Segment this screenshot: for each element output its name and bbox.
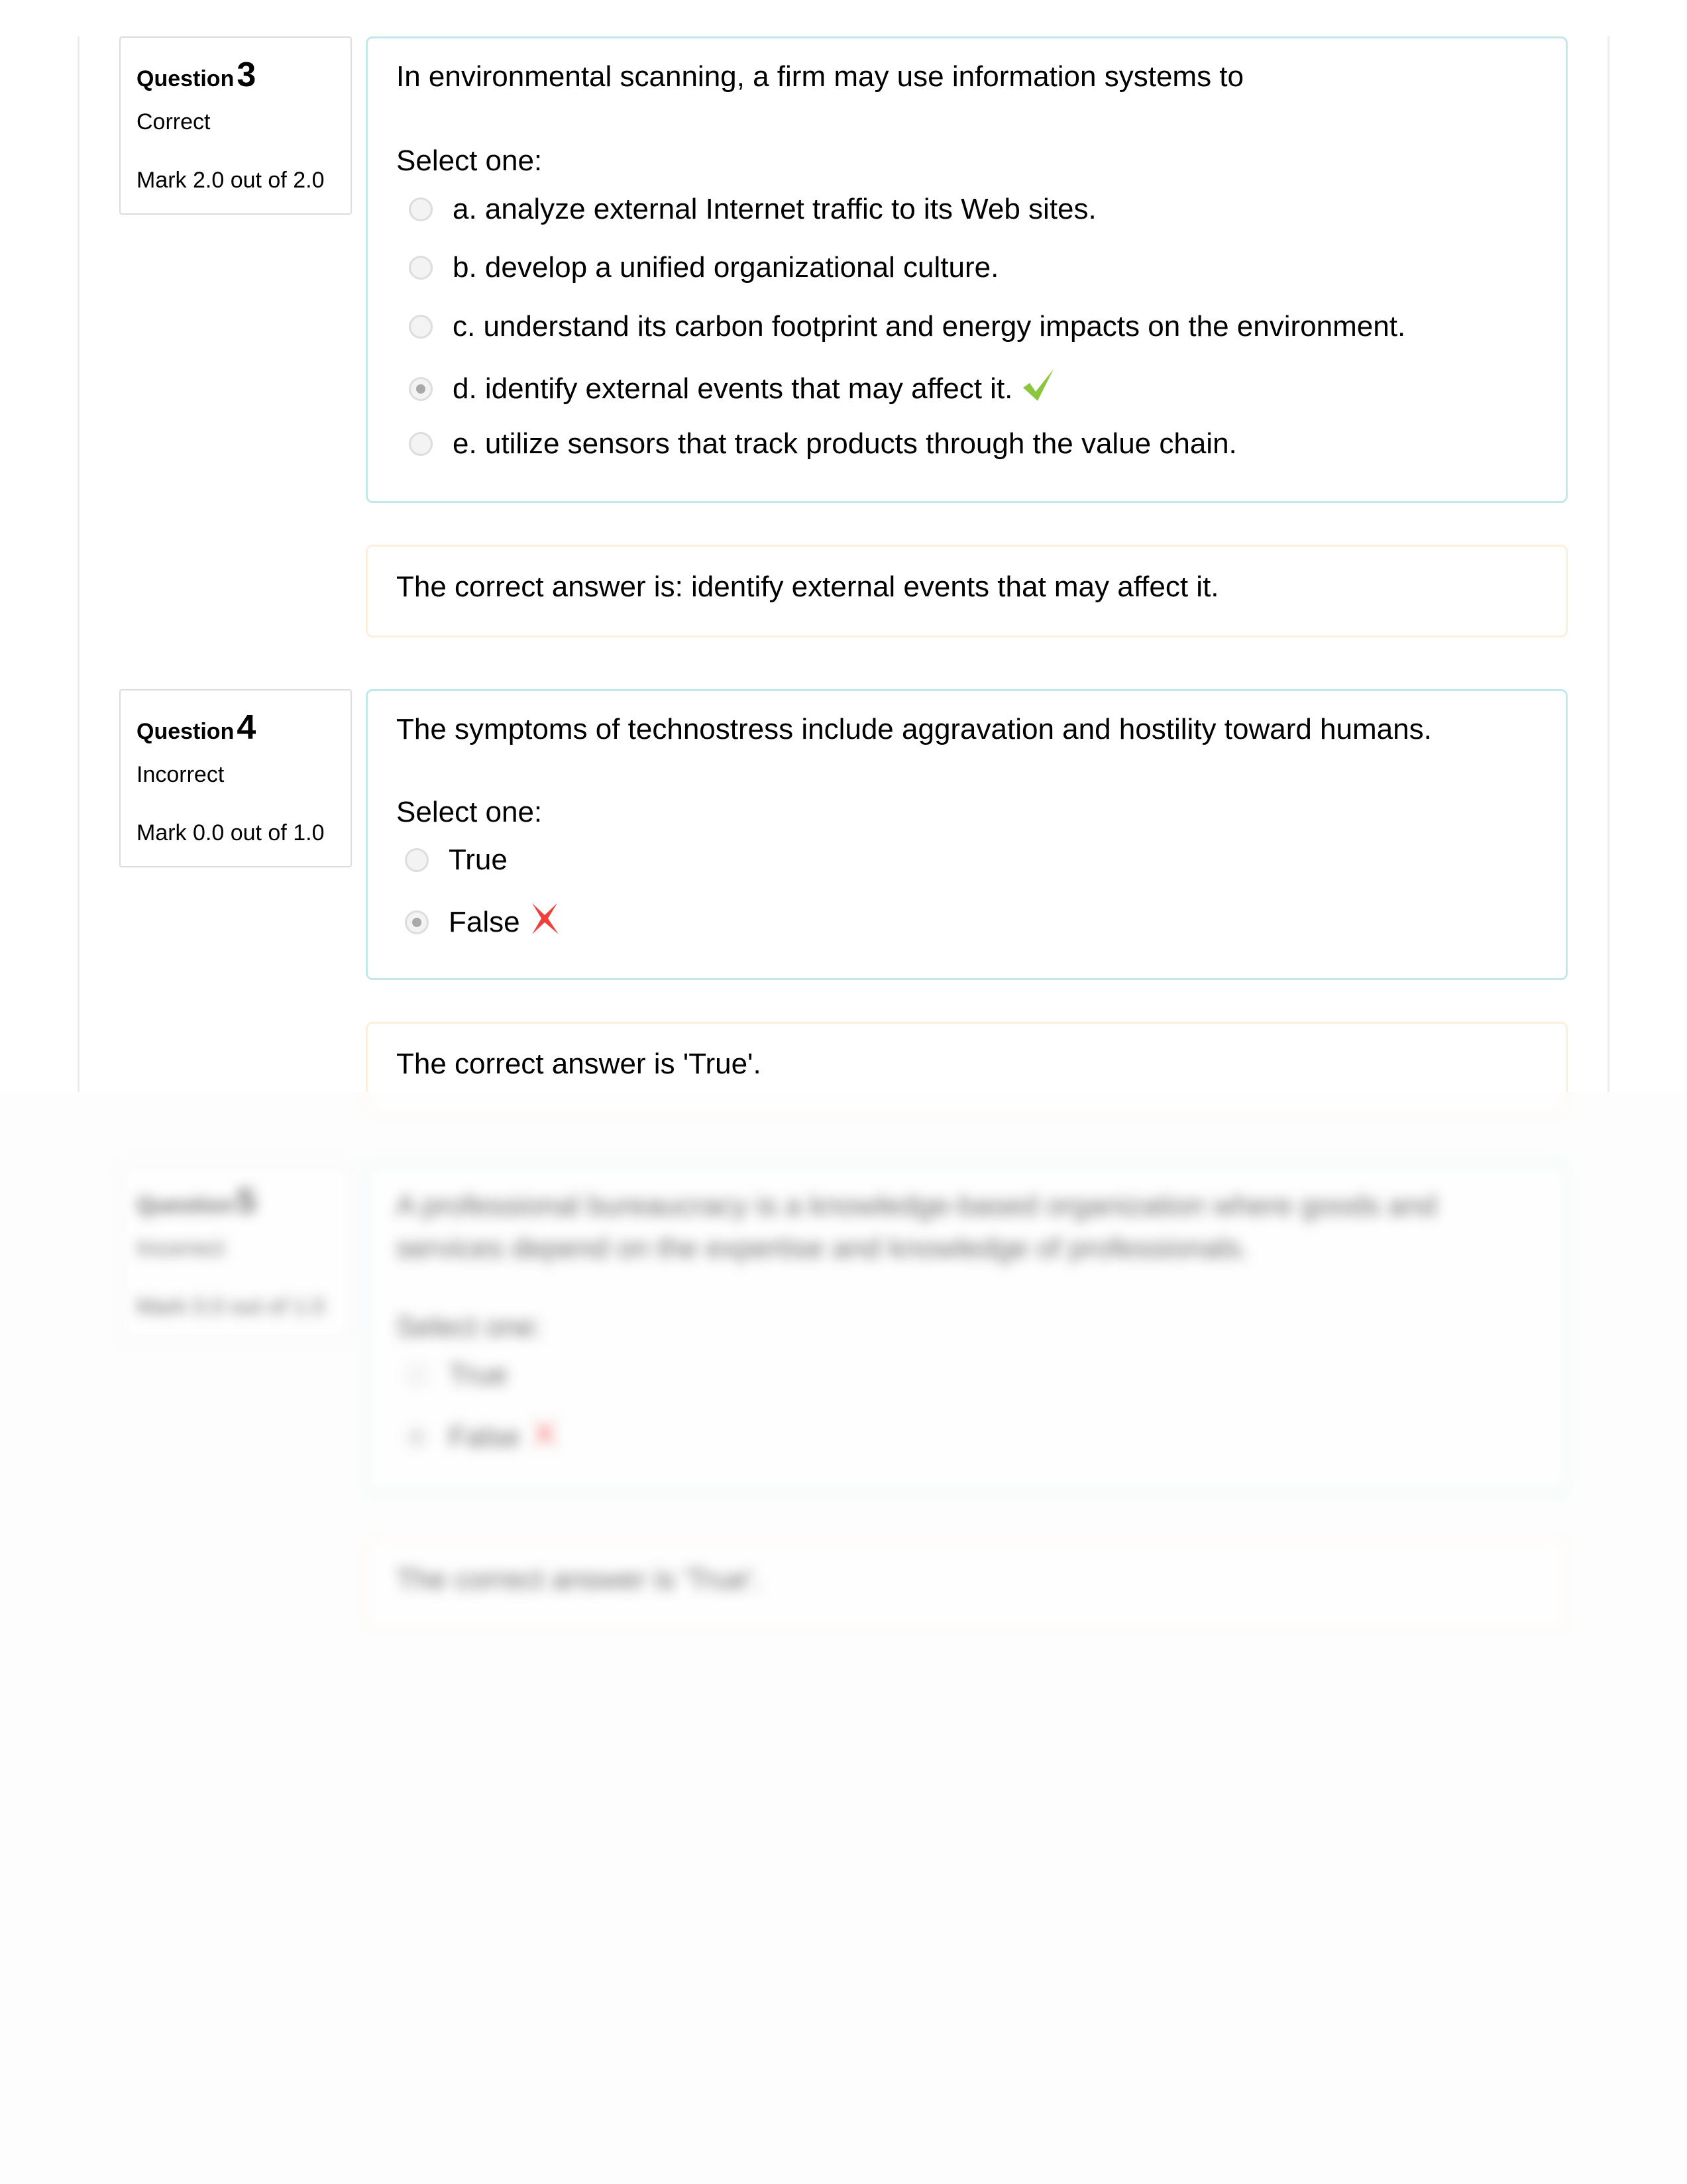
check-icon	[1022, 368, 1056, 410]
question-text: The symptoms of technostress include agg…	[396, 713, 1432, 745]
question-label: Question	[136, 66, 235, 91]
question-number: Question3	[136, 55, 256, 95]
question-feedback-3: The correct answer is: identify external…	[366, 545, 1568, 637]
radio-button[interactable]	[405, 1363, 429, 1387]
question-number-value: 4	[237, 708, 256, 747]
question-label: Question	[136, 1193, 235, 1218]
question-state: Incorrect	[136, 762, 225, 787]
select-one-prompt: Select one:	[396, 1311, 543, 1343]
question-info-3: Question3 Correct Mark 2.0 out of 2.0	[119, 36, 352, 215]
radio-button-selected[interactable]	[405, 1425, 429, 1449]
question-content-5: A professional bureaucracy is a knowledg…	[366, 1163, 1568, 1494]
option-label: d. identify external events that may aff…	[453, 372, 1013, 405]
question-number-value: 3	[237, 56, 256, 94]
question-number-value: 5	[237, 1182, 256, 1221]
radio-button[interactable]	[409, 432, 433, 456]
visible-region: Question3 Correct Mark 2.0 out of 2.0 In…	[0, 0, 1687, 1092]
option-label: e. utilize sensors that track products t…	[453, 427, 1237, 460]
question-grade: Mark 0.0 out of 1.0	[136, 1294, 325, 1319]
radio-button-selected[interactable]	[409, 376, 433, 401]
answer-option-true[interactable]: True	[405, 844, 508, 877]
question-feedback-5: The correct answer is 'True'.	[366, 1537, 1568, 1630]
radio-button[interactable]	[409, 197, 433, 221]
question-info-5: Question5 Incorrect Mark 0.0 out of 1.0	[119, 1163, 352, 1341]
question-number: Question5	[136, 1181, 256, 1221]
correct-answer-text: The correct answer is 'True'.	[396, 1048, 761, 1080]
correct-answer-text: The correct answer is 'True'.	[396, 1563, 761, 1596]
radio-button[interactable]	[409, 256, 433, 280]
blurred-content: Question5 Incorrect Mark 0.0 out of 1.0 …	[0, 1092, 1687, 2184]
question-feedback-4-continued	[366, 1092, 1568, 1115]
option-label: True	[449, 844, 508, 876]
question-label: Question	[136, 719, 235, 744]
option-label: False	[449, 905, 520, 938]
radio-button[interactable]	[409, 315, 433, 339]
answer-option-true[interactable]: True	[405, 1358, 508, 1392]
question-feedback-4: The correct answer is 'True'.	[366, 1022, 1568, 1092]
cross-icon	[529, 1417, 560, 1457]
option-label: b. develop a unified organizational cult…	[453, 251, 999, 284]
option-label: True	[449, 1358, 508, 1391]
answer-option-e[interactable]: e. utilize sensors that track products t…	[409, 427, 1237, 461]
answer-option-a[interactable]: a. analyze external Internet traffic to …	[409, 193, 1097, 226]
answer-option-false[interactable]: False	[405, 902, 560, 942]
option-label: False	[449, 1420, 520, 1453]
question-state: Incorrect	[136, 1236, 225, 1261]
blurred-region: Question5 Incorrect Mark 0.0 out of 1.0 …	[0, 1092, 1687, 2184]
correct-answer-text: The correct answer is: identify external…	[396, 571, 1219, 603]
answer-option-c[interactable]: c. understand its carbon footprint and e…	[409, 310, 1405, 343]
question-content-4: The symptoms of technostress include agg…	[366, 689, 1568, 980]
select-one-prompt: Select one:	[396, 144, 543, 177]
answer-option-false[interactable]: False	[405, 1417, 560, 1457]
question-text: In environmental scanning, a firm may us…	[396, 60, 1244, 93]
question-grade: Mark 2.0 out of 2.0	[136, 168, 325, 193]
question-grade: Mark 0.0 out of 1.0	[136, 820, 325, 846]
answer-option-d[interactable]: d. identify external events that may aff…	[409, 368, 1056, 410]
select-one-prompt: Select one:	[396, 796, 543, 828]
answer-option-b[interactable]: b. develop a unified organizational cult…	[409, 251, 999, 284]
radio-button-selected[interactable]	[405, 910, 429, 934]
question-info-4: Question4 Incorrect Mark 0.0 out of 1.0	[119, 689, 352, 867]
option-label: a. analyze external Internet traffic to …	[453, 193, 1097, 225]
question-state: Correct	[136, 109, 211, 135]
question-number: Question4	[136, 708, 256, 747]
option-label: c. understand its carbon footprint and e…	[453, 310, 1406, 343]
question-text: A professional bureaucracy is a knowledg…	[396, 1189, 1437, 1264]
radio-button[interactable]	[405, 848, 429, 872]
cross-icon	[529, 902, 560, 942]
question-content-3: In environmental scanning, a firm may us…	[366, 36, 1568, 503]
